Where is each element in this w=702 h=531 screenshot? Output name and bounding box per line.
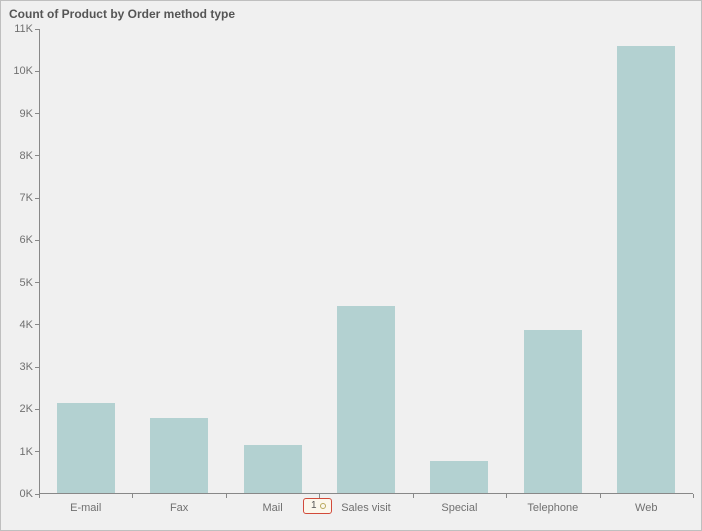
bar-slot xyxy=(506,29,599,494)
x-tick-mark xyxy=(600,494,601,498)
x-tick-mark xyxy=(693,494,694,498)
bar[interactable] xyxy=(337,306,395,494)
x-tick-mark xyxy=(226,494,227,498)
y-tick-label: 2K xyxy=(20,403,33,415)
y-tick-label: 3K xyxy=(20,361,33,373)
bar-slot xyxy=(413,29,506,494)
bar[interactable] xyxy=(524,330,582,494)
x-tick-label: Sales visit xyxy=(319,494,412,530)
x-tick-label: Telephone xyxy=(506,494,599,530)
bar[interactable] xyxy=(617,46,675,494)
bar-slot xyxy=(600,29,693,494)
bar-slot xyxy=(226,29,319,494)
chart-title: Count of Product by Order method type xyxy=(9,7,235,21)
bar-slot xyxy=(39,29,132,494)
y-tick-label: 11K xyxy=(14,23,33,35)
bar[interactable] xyxy=(430,461,488,494)
y-tick-label: 7K xyxy=(20,192,33,204)
y-tick-label: 6K xyxy=(20,234,33,246)
x-tick-mark xyxy=(506,494,507,498)
bar[interactable] xyxy=(244,445,302,494)
y-tick-label: 1K xyxy=(20,446,33,458)
plot-area xyxy=(39,29,693,494)
y-tick-label: 10K xyxy=(13,65,33,77)
x-tick-mark xyxy=(132,494,133,498)
annotation-dot-icon xyxy=(320,503,326,509)
chart-container: Count of Product by Order method type 0K… xyxy=(0,0,702,531)
y-tick-label: 8K xyxy=(20,150,33,162)
y-tick-label: 0K xyxy=(20,488,33,500)
bar[interactable] xyxy=(57,403,115,494)
y-tick-label: 4K xyxy=(20,319,33,331)
y-tick-label: 9K xyxy=(20,108,33,120)
bar-slot xyxy=(319,29,412,494)
y-axis: 0K1K2K3K4K5K6K7K8K9K10K11K xyxy=(1,29,39,494)
x-tick-label: Special xyxy=(413,494,506,530)
x-tick-mark xyxy=(413,494,414,498)
bars-group xyxy=(39,29,693,494)
x-tick-label: Fax xyxy=(132,494,225,530)
x-tick-label: E-mail xyxy=(39,494,132,530)
annotation-label: 1 xyxy=(311,501,317,511)
annotation-badge: 1 xyxy=(303,498,332,514)
x-tick-mark xyxy=(39,494,40,498)
x-tick-label: Web xyxy=(600,494,693,530)
x-axis-labels: E-mailFaxMailSales visitSpecialTelephone… xyxy=(39,494,693,530)
bar-slot xyxy=(132,29,225,494)
bar[interactable] xyxy=(150,418,208,494)
y-tick-label: 5K xyxy=(20,277,33,289)
